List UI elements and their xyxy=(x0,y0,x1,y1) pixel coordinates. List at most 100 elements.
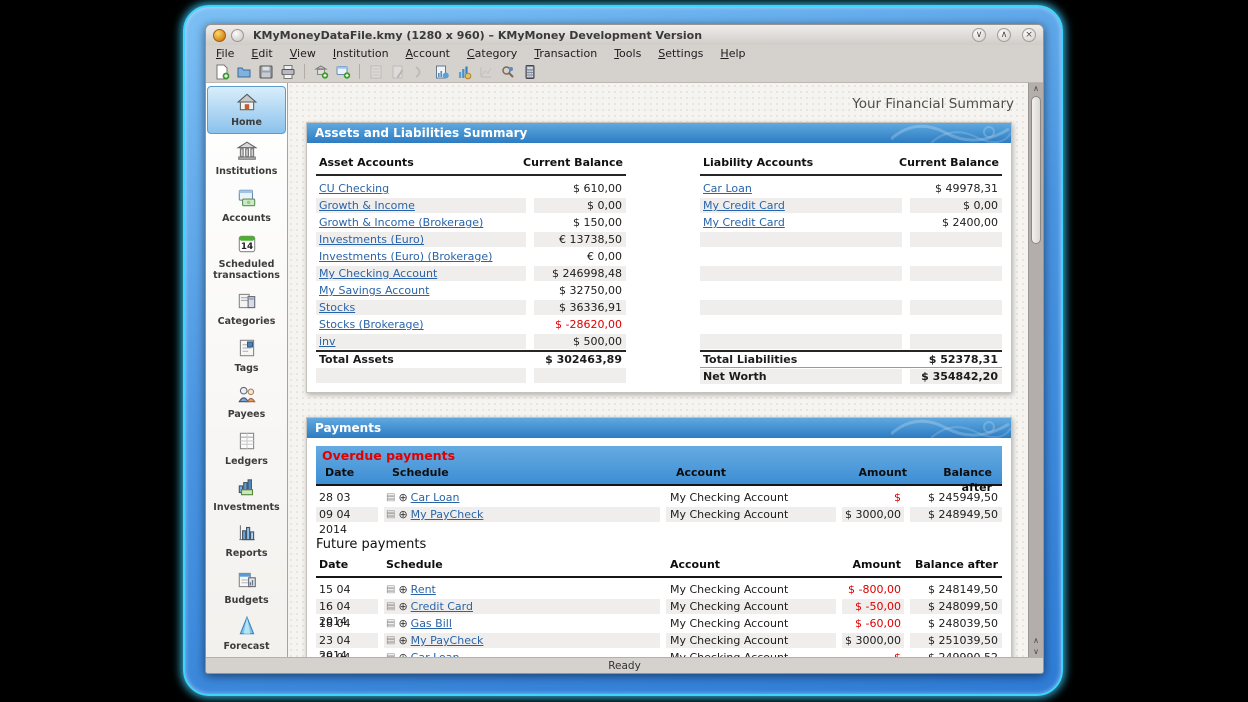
enter-schedule-icon[interactable]: ⊕ xyxy=(398,584,407,595)
new-institution-icon[interactable] xyxy=(311,62,331,82)
scroll-down-icon[interactable]: ∨ xyxy=(1033,646,1039,657)
window-menu-icon[interactable] xyxy=(231,29,244,42)
print-icon[interactable] xyxy=(278,62,298,82)
home-icon xyxy=(236,91,258,117)
column-header: Account xyxy=(672,465,842,480)
sidebar-item-investments[interactable]: Investments xyxy=(206,472,287,518)
minimize-button[interactable]: ∨ xyxy=(972,28,986,42)
menu-tools[interactable]: Tools xyxy=(614,47,641,60)
schedule-link[interactable]: My PayCheck xyxy=(411,634,484,647)
close-button[interactable]: × xyxy=(1022,28,1036,42)
account-balance: $ 500,00 xyxy=(534,334,626,349)
schedule-link[interactable]: Credit Card xyxy=(411,600,473,613)
payees-icon xyxy=(236,383,258,409)
account-link[interactable]: Investments (Euro) (Brokerage) xyxy=(319,250,492,263)
ledger-icon[interactable] xyxy=(366,62,386,82)
account-link[interactable]: inv xyxy=(319,335,336,348)
column-header: Account xyxy=(666,557,836,572)
chart-icon[interactable] xyxy=(476,62,496,82)
home-view: Your Financial Summary Assets and Liabil… xyxy=(288,83,1028,657)
sidebar-item-budgets[interactable]: Budgets xyxy=(206,565,287,611)
account-link[interactable]: My Checking Account xyxy=(319,267,437,280)
new-account-icon[interactable] xyxy=(333,62,353,82)
sidebar-item-categories[interactable]: Categories xyxy=(206,286,287,332)
menu-institution[interactable]: Institution xyxy=(333,47,389,60)
menu-transaction[interactable]: Transaction xyxy=(534,47,597,60)
account-link[interactable]: Growth & Income (Brokerage) xyxy=(319,216,483,229)
sidebar-item-accounts[interactable]: Accounts xyxy=(206,183,287,229)
sidebar-item-tags[interactable]: Tags xyxy=(206,333,287,379)
overdue-payments-section: Overdue payments Date Schedule Account A… xyxy=(316,446,1002,486)
sidebar-item-forecast[interactable]: Forecast xyxy=(206,611,287,657)
new-file-icon[interactable] xyxy=(212,62,232,82)
enter-schedule-icon[interactable]: ⊕ xyxy=(398,618,407,629)
svg-text:14: 14 xyxy=(240,242,252,252)
schedule-link[interactable]: Car Loan xyxy=(411,491,460,504)
edit-schedule-icon[interactable]: ▤ xyxy=(386,619,395,629)
account-link[interactable]: Stocks xyxy=(319,301,355,314)
edit-schedule-icon[interactable]: ▤ xyxy=(386,510,395,520)
account-balance: € 13738,50 xyxy=(534,232,626,247)
schedule-link[interactable]: Gas Bill xyxy=(411,617,452,630)
account-link[interactable]: My Savings Account xyxy=(319,284,429,297)
maximize-button[interactable]: ∧ xyxy=(997,28,1011,42)
account-link[interactable]: Stocks (Brokerage) xyxy=(319,318,424,331)
table-row: My Savings Account$ 32750,00 xyxy=(316,282,626,299)
edit-schedule-icon[interactable]: ▤ xyxy=(386,585,395,595)
account-link[interactable]: Investments (Euro) xyxy=(319,233,424,246)
enter-schedule-icon[interactable]: ⊕ xyxy=(398,601,407,612)
menu-edit[interactable]: Edit xyxy=(251,47,272,60)
total-assets-row: Total Assets$ 302463,89 xyxy=(316,350,626,367)
sidebar-item-institutions[interactable]: Institutions xyxy=(206,136,287,182)
update-prices-icon[interactable] xyxy=(454,62,474,82)
page-title: Your Financial Summary xyxy=(306,96,1014,112)
account-link[interactable]: Car Loan xyxy=(703,182,752,195)
scrollbar-thumb[interactable] xyxy=(1031,96,1041,244)
enter-schedule-icon[interactable]: ⊕ xyxy=(398,492,407,503)
titlebar[interactable]: KMyMoneyDataFile.kmy (1280 x 960) – KMyM… xyxy=(206,25,1043,45)
account-link[interactable]: My Credit Card xyxy=(703,216,785,229)
menu-view[interactable]: View xyxy=(290,47,316,60)
card-title: Assets and Liabilities Summary xyxy=(315,126,527,140)
save-icon[interactable] xyxy=(256,62,276,82)
find-transaction-icon[interactable] xyxy=(498,62,518,82)
menu-help[interactable]: Help xyxy=(720,47,745,60)
sidebar-item-home[interactable]: Home xyxy=(207,86,286,134)
edit-schedule-icon[interactable]: ▤ xyxy=(386,602,395,612)
menu-account[interactable]: Account xyxy=(406,47,450,60)
enter-schedule-icon[interactable]: ⊕ xyxy=(398,635,407,646)
sidebar-item-label: Forecast xyxy=(224,642,270,652)
account-link[interactable]: CU Checking xyxy=(319,182,389,195)
schedule-link[interactable]: Rent xyxy=(411,583,436,596)
sidebar-item-ledgers[interactable]: Ledgers xyxy=(206,426,287,472)
column-header: Amount xyxy=(848,465,910,480)
menubar: File Edit View Institution Account Categ… xyxy=(206,45,1043,61)
kmymoney-window: KMyMoneyDataFile.kmy (1280 x 960) – KMyM… xyxy=(205,24,1044,674)
reconcile-icon[interactable] xyxy=(410,62,430,82)
account-link[interactable]: Growth & Income xyxy=(319,199,415,212)
sidebar-item-payees[interactable]: Payees xyxy=(206,379,287,425)
menu-file[interactable]: File xyxy=(216,47,234,60)
open-icon[interactable] xyxy=(234,62,254,82)
column-header: Current Balance xyxy=(523,156,623,169)
edit-schedule-icon[interactable] xyxy=(388,62,408,82)
scroll-up-icon[interactable]: ∧ xyxy=(1033,635,1039,646)
calculator-icon[interactable] xyxy=(520,62,540,82)
menu-category[interactable]: Category xyxy=(467,47,517,60)
tags-icon xyxy=(236,337,258,363)
scroll-up-icon[interactable]: ∧ xyxy=(1033,83,1039,94)
enter-schedule-icon[interactable]: ⊕ xyxy=(398,509,407,520)
column-header: Asset Accounts xyxy=(319,156,414,169)
sidebar-item-scheduled-transactions[interactable]: 14 Scheduled transactions xyxy=(206,229,287,286)
edit-schedule-icon[interactable]: ▤ xyxy=(386,493,395,503)
sidebar-item-reports[interactable]: Reports xyxy=(206,518,287,564)
account-link[interactable]: My Credit Card xyxy=(703,199,785,212)
categories-icon xyxy=(236,290,258,316)
reports-toolbar-icon[interactable] xyxy=(432,62,452,82)
menu-settings[interactable]: Settings xyxy=(658,47,703,60)
schedule-link[interactable]: My PayCheck xyxy=(411,508,484,521)
edit-schedule-icon[interactable]: ▤ xyxy=(386,636,395,646)
vertical-scrollbar[interactable]: ∧ ∧ ∨ xyxy=(1028,83,1043,657)
payments-column-headers: Date Schedule Account Amount Balance aft… xyxy=(316,554,1002,578)
table-row: Investments (Euro) € 13738,50 xyxy=(316,231,626,248)
